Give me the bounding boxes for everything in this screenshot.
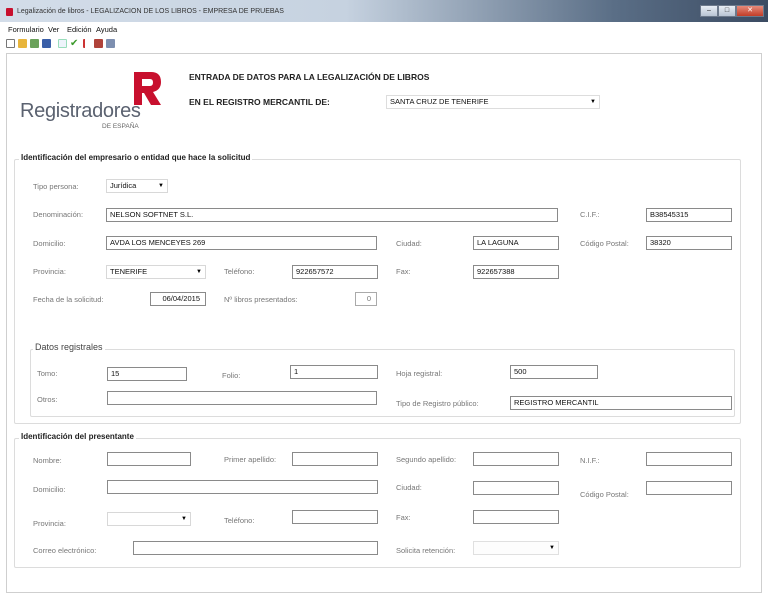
hoja-registral-field[interactable]: 500 [510,365,598,379]
telefono-field[interactable]: 922657572 [292,265,378,279]
cif-label: C.I.F.: [580,210,600,219]
app-icon [6,8,13,16]
logo-subtitle: DE ESPAÑA [102,123,139,130]
tipo-persona-label: Tipo persona: [33,182,79,191]
tipo-persona-select[interactable]: Jurídica ▼ [106,179,168,193]
libros-presentados-label: Nº libros presentados: [224,295,298,304]
print-icon[interactable] [106,39,115,48]
presentante-telefono-label: Teléfono: [224,516,255,525]
provincia-label: Provincia: [33,267,66,276]
minimize-button[interactable]: – [700,5,718,17]
ciudad-label: Ciudad: [396,239,422,248]
presentante-domicilio-label: Domicilio: [33,485,66,494]
folio-label: Folio: [222,371,241,380]
hoja-registral-label: Hoja registral: [396,369,443,378]
otros-label: Otros: [37,395,58,404]
presentante-provincia-select[interactable]: ▼ [107,512,191,526]
menu-bar: Formulario Ver Edición Ayuda [0,25,768,37]
primer-apellido-label: Primer apellido: [224,455,277,464]
presentante-domicilio-field[interactable] [107,480,378,494]
chevron-down-icon: ▼ [196,269,202,275]
codigo-postal-label: Código Postal: [580,239,629,248]
undo-icon[interactable] [58,39,67,48]
registro-mercantil-label: EN EL REGISTRO MERCANTIL DE: [189,97,330,107]
fax-label: Fax: [396,267,411,276]
registro-mercantil-value: SANTA CRUZ DE TENERIFE [390,97,489,106]
check-icon[interactable]: ✔ [70,39,79,49]
tomo-label: Tomo: [37,369,58,378]
cif-field[interactable]: B38545315 [646,208,732,222]
nombre-label: Nombre: [33,456,62,465]
presentante-provincia-label: Provincia: [33,519,66,528]
segundo-apellido-label: Segundo apellido: [396,455,457,464]
menu-ver[interactable]: Ver [48,25,59,34]
segundo-apellido-field[interactable] [473,452,559,466]
presentante-fax-field[interactable] [473,510,559,524]
presentante-fax-label: Fax: [396,513,411,522]
open-icon[interactable] [18,39,27,48]
fax-field[interactable]: 922657388 [473,265,559,279]
presentante-ciudad-label: Ciudad: [396,483,422,492]
fecha-solicitud-field[interactable]: 06/04/2015 [150,292,206,306]
book-icon[interactable] [94,39,103,48]
logo-text: Registradores [20,100,141,122]
menu-formulario[interactable]: Formulario [8,25,44,34]
telefono-label: Teléfono: [224,267,255,276]
nombre-field[interactable] [107,452,191,466]
codigo-postal-field[interactable]: 38320 [646,236,732,250]
new-icon[interactable] [6,39,15,48]
title-bar: Legalización de libros - LEGALIZACION DE… [0,0,768,22]
retencion-label: Solicita retención: [396,546,456,555]
presentante-telefono-field[interactable] [292,510,378,524]
nif-field[interactable] [646,452,732,466]
tipo-registro-label: Tipo de Registro público: [396,399,479,408]
menu-ayuda[interactable]: Ayuda [96,25,117,34]
chevron-down-icon: ▼ [158,183,164,189]
export-icon[interactable] [30,39,39,48]
toolbar: ✔ [0,38,768,50]
menu-edicion[interactable]: Edición [67,25,92,34]
presentante-group-title: Identificación del presentante [19,432,136,441]
provincia-value: TENERIFE [110,267,148,276]
fecha-solicitud-label: Fecha de la solicitud: [33,295,104,304]
presentante-cp-field[interactable] [646,481,732,495]
denominacion-label: Denominación: [33,210,84,219]
save-icon[interactable] [42,39,51,48]
correo-field[interactable] [133,541,378,555]
ciudad-field[interactable]: LA LAGUNA [473,236,559,250]
tipo-registro-field[interactable]: REGISTRO MERCANTIL [510,396,732,410]
window-title: Legalización de libros - LEGALIZACION DE… [17,8,284,15]
retencion-select[interactable]: ▼ [473,541,559,555]
libros-presentados-field[interactable]: 0 [355,292,377,306]
provincia-select[interactable]: TENERIFE ▼ [106,265,206,279]
registro-mercantil-select[interactable]: SANTA CRUZ DE TENERIFE ▼ [386,95,600,109]
chevron-down-icon: ▼ [590,99,596,105]
page-title: ENTRADA DE DATOS PARA LA LEGALIZACIÓN DE… [189,72,430,82]
empresario-group-title: Identificación del empresario o entidad … [19,153,253,162]
correo-label: Correo electrónico: [33,546,97,555]
folio-field[interactable]: 1 [290,365,378,379]
chevron-down-icon: ▼ [181,516,187,522]
denominacion-field[interactable]: NELSON SOFTNET S.L. [106,208,558,222]
maximize-button[interactable]: □ [718,5,736,17]
presentante-cp-label: Código Postal: [580,490,629,499]
presentante-ciudad-field[interactable] [473,481,559,495]
window-controls: – □ ✕ [700,5,764,17]
tipo-persona-value: Jurídica [110,181,137,190]
datos-registrales-title: Datos registrales [33,342,105,352]
primer-apellido-field[interactable] [292,452,378,466]
tomo-field[interactable]: 15 [107,367,187,381]
flag-icon[interactable] [83,39,92,48]
domicilio-field[interactable]: AVDA LOS MENCEYES 269 [106,236,377,250]
close-button[interactable]: ✕ [736,5,764,17]
chevron-down-icon: ▼ [549,545,555,551]
domicilio-label: Domicilio: [33,239,66,248]
nif-label: N.I.F.: [580,456,600,465]
otros-field[interactable] [107,391,377,405]
